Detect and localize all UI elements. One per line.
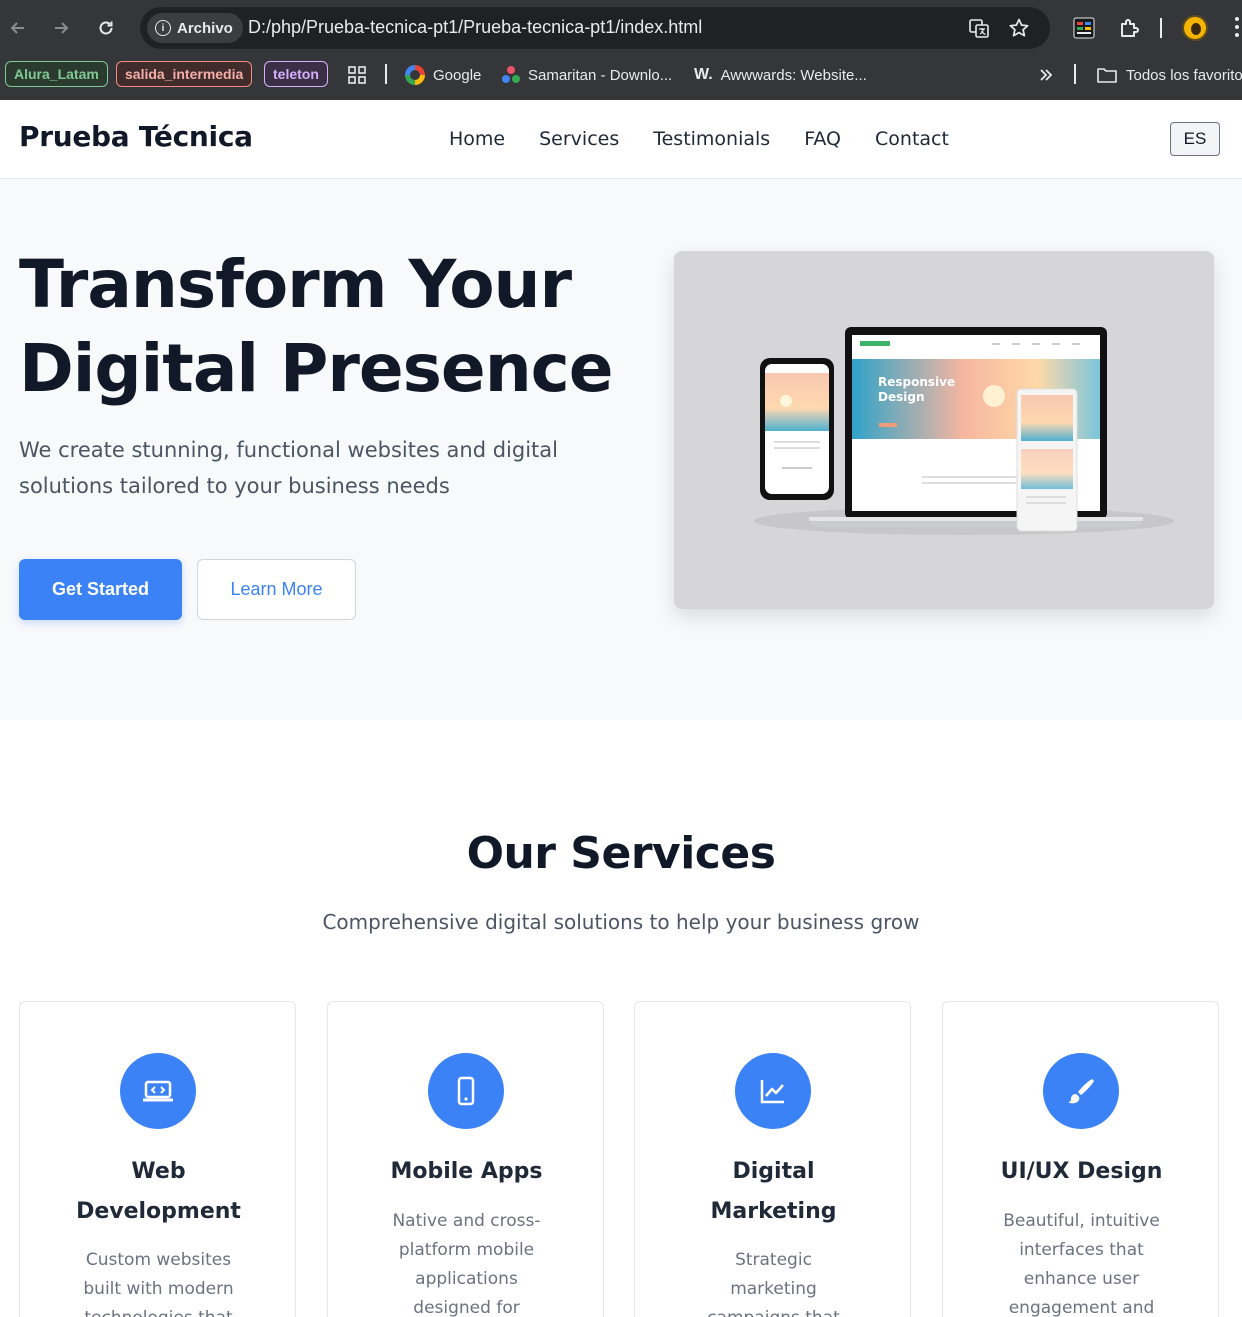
mockup-heading-1: Responsive	[878, 375, 955, 389]
site-logo[interactable]: Prueba Técnica	[19, 120, 253, 153]
bookmark-awwwards-label: Awwwards: Website...	[720, 66, 867, 84]
service-card-mobile-apps[interactable]: Mobile Apps Native and cross-platform mo…	[327, 1001, 604, 1317]
menu-dots-icon[interactable]	[1232, 17, 1242, 41]
reload-icon	[99, 21, 113, 35]
address-bar[interactable]: i Archivo D:/php/Prueba-tecnica-pt1/Prue…	[140, 7, 1050, 49]
info-icon: i	[155, 20, 171, 36]
nav-link-home[interactable]: Home	[449, 128, 505, 150]
bookmark-google[interactable]: Google	[405, 64, 481, 86]
folder-icon	[1097, 68, 1117, 83]
bookmark-divider	[385, 64, 387, 84]
services-subtitle: Comprehensive digital solutions to help …	[322, 910, 920, 934]
services-title: Our Services	[466, 828, 776, 879]
bookmark-samaritan-label: Samaritan - Downlo...	[528, 66, 673, 84]
browser-toolbar: i Archivo D:/php/Prueba-tecnica-pt1/Prue…	[0, 0, 1242, 56]
all-bookmarks-label: Todos los favoritos	[1126, 66, 1242, 84]
google-icon	[405, 65, 425, 85]
toolbar-divider	[1160, 18, 1162, 38]
service-card-text: Native and cross-platform mobile applicat…	[392, 1211, 541, 1317]
site-header: Prueba Técnica Home Services Testimonial…	[0, 100, 1242, 179]
forward-button[interactable]	[45, 12, 77, 44]
service-card-title: Mobile Apps	[390, 1159, 543, 1184]
service-card-digital-marketing[interactable]: DigitalMarketing Strategicmarketingcampa…	[634, 1001, 911, 1317]
service-card-title: Web Development	[76, 1159, 241, 1224]
bookmark-tag-salida[interactable]: salida_intermedia	[116, 61, 253, 87]
hero-section: Transform Your Digital Presence We creat…	[0, 179, 1242, 720]
hero-title-line-1: Transform Your	[19, 246, 572, 323]
profile-avatar[interactable]	[1182, 15, 1208, 41]
apps-grid-icon[interactable]	[347, 64, 367, 86]
chart-line-icon	[735, 1053, 811, 1129]
main-nav: Home Services Testimonials FAQ Contact	[449, 128, 949, 150]
star-icon[interactable]	[1008, 17, 1030, 39]
site-info-label: Archivo	[177, 19, 233, 37]
bookmark-tag-teleton[interactable]: teleton	[264, 61, 328, 87]
translate-icon[interactable]	[968, 17, 990, 39]
awwwards-icon: W.	[694, 66, 713, 83]
bookmark-awwwards[interactable]: W. Awwwards: Website...	[694, 64, 867, 86]
code-laptop-icon	[120, 1053, 196, 1129]
hero-title-line-2: Digital Presence	[19, 330, 614, 407]
get-started-button[interactable]: Get Started	[19, 559, 182, 620]
bookmark-samaritan[interactable]: Samaritan - Downlo...	[502, 64, 672, 86]
paintbrush-icon	[1043, 1053, 1119, 1129]
bookmark-tag-alura[interactable]: Alura_Latam	[5, 61, 108, 87]
language-toggle-button[interactable]: ES	[1170, 122, 1220, 156]
nav-link-faq[interactable]: FAQ	[804, 128, 841, 150]
bookmark-divider-2	[1074, 64, 1076, 84]
bookmark-google-label: Google	[433, 66, 482, 84]
service-card-title: UI/UX Design	[1000, 1159, 1163, 1184]
learn-more-button[interactable]: Learn More	[197, 559, 356, 620]
arrow-left-icon	[10, 22, 24, 34]
site-info-chip[interactable]: i Archivo	[147, 13, 243, 43]
hero-subtitle: We create stunning, functional websites …	[19, 438, 558, 498]
reload-button[interactable]	[90, 12, 122, 44]
bookmarks-bar: Alura_Latam salida_intermedia teleton Go…	[0, 56, 1242, 92]
service-card-title: Digital Marketing	[710, 1159, 837, 1224]
nav-link-contact[interactable]: Contact	[875, 128, 949, 150]
browser-chrome: i Archivo D:/php/Prueba-tecnica-pt1/Prue…	[0, 0, 1242, 100]
service-card-web-development[interactable]: Web Development Custom websites built with…	[19, 1001, 296, 1317]
more-bookmarks-icon[interactable]	[1038, 64, 1054, 86]
web-page: Prueba Técnica Home Services Testimonial…	[0, 100, 1242, 1317]
samaritan-icon	[502, 66, 520, 84]
service-card-text: Strategicmarketingcampaigns that	[707, 1250, 840, 1317]
service-card-ui-ux-design[interactable]: UI/UX Design Beautiful, intuitive interfa…	[942, 1001, 1219, 1317]
services-section: Our Services Comprehensive digital solut…	[0, 720, 1242, 1317]
nav-link-testimonials[interactable]: Testimonials	[653, 128, 770, 150]
back-button[interactable]	[2, 12, 34, 44]
nav-link-services[interactable]: Services	[539, 128, 619, 150]
url-text[interactable]: D:/php/Prueba-tecnica-pt1/Prueba-tecnica…	[248, 17, 702, 38]
hero-devices-image: Responsive Design	[674, 251, 1214, 609]
extensions-puzzle-icon[interactable]	[1116, 15, 1142, 41]
extension-app-icon[interactable]	[1071, 15, 1097, 41]
mobile-phone-icon	[428, 1053, 504, 1129]
arrow-right-icon	[55, 22, 69, 34]
service-card-text: Custom websitesbuilt with moderntechnolo…	[83, 1250, 234, 1317]
service-card-text: Beautiful, intuitive interfaces that enhan…	[1003, 1211, 1160, 1317]
hero-title: Transform Your Digital Presence	[19, 243, 659, 411]
mockup-heading-2: Design	[878, 390, 925, 404]
all-bookmarks-folder[interactable]: Todos los favoritos	[1096, 64, 1242, 86]
